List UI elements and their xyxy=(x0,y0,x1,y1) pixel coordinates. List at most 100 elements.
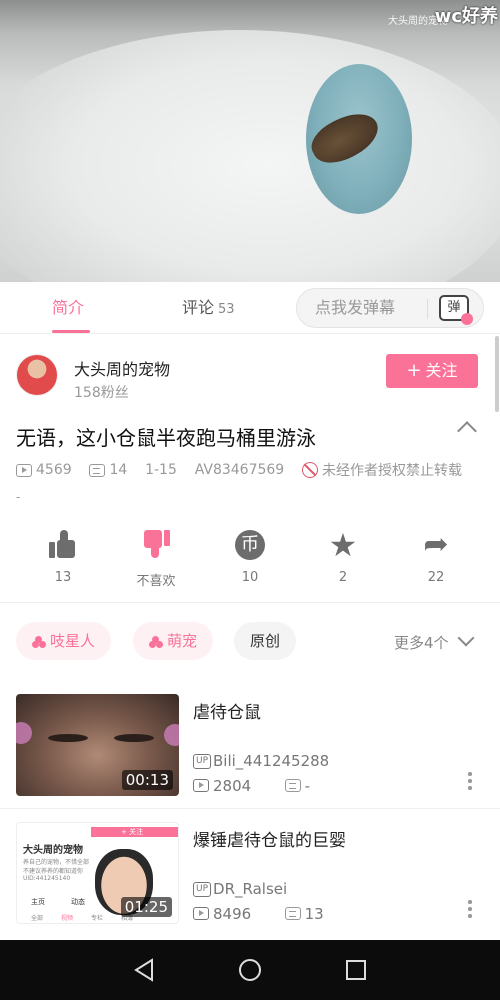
danmaku-count-icon xyxy=(284,907,301,920)
video-duration: 01:25 xyxy=(120,897,172,917)
favorite-icon: ★ xyxy=(328,526,358,564)
author-name[interactable]: 大头周的宠物 xyxy=(74,356,170,380)
thumbnail-text: 视频 xyxy=(61,915,74,922)
danmaku-count-icon xyxy=(89,463,106,477)
more-tags-button[interactable]: 更多4个 xyxy=(394,632,449,653)
avatar[interactable] xyxy=(16,354,58,396)
view-count: 4569 xyxy=(36,462,72,478)
thumbnail-text: UID:441245140 xyxy=(23,875,71,882)
thumbnail-text: 主页 xyxy=(31,898,45,906)
toilet-bowl-image xyxy=(0,30,500,282)
tab-comments-count: 53 xyxy=(218,302,235,317)
uploader-name-text: Bili_441245288 xyxy=(213,752,330,770)
thumbnail-follow-text: + 关注 xyxy=(121,828,144,836)
kebab-icon[interactable] xyxy=(468,772,472,790)
tag-label: 萌宠 xyxy=(167,632,198,650)
tab-indicator xyxy=(52,330,90,333)
thumbnail-header-bar: + 关注 xyxy=(91,827,178,837)
uploader-name-text: DR_Ralsei xyxy=(213,880,288,898)
plus-icon: + xyxy=(406,360,422,381)
video-duration: 00:13 xyxy=(121,770,173,790)
related-danmaku: 13 xyxy=(304,904,324,923)
watermark-large: wc好养 xyxy=(434,6,498,27)
share-count: 22 xyxy=(427,570,445,585)
related-views: 8496 xyxy=(213,904,252,923)
thumbnail-text: 养自己的宠物，不惜全部 xyxy=(23,859,90,866)
dislike-label: 不喜欢 xyxy=(136,574,176,589)
play-count-icon xyxy=(16,463,32,477)
tag-chip[interactable]: 原创 xyxy=(234,622,297,660)
tag-label: 原创 xyxy=(250,632,281,650)
danmaku-count: 14 xyxy=(109,462,128,478)
tab-comments-label: 评论 xyxy=(182,298,215,317)
divider xyxy=(0,602,500,603)
play-count-icon xyxy=(193,779,209,792)
coin-icon: 币 xyxy=(235,530,265,560)
thumbnail-text: 大头周的宠物 xyxy=(23,845,83,856)
divider xyxy=(0,808,500,809)
like-button[interactable]: 13 xyxy=(28,530,98,585)
follow-button[interactable]: + 关注 xyxy=(386,354,478,388)
chevron-up-icon[interactable] xyxy=(457,421,477,441)
uploader-name: UP Bili_441245288 xyxy=(193,752,329,770)
video-description: - xyxy=(16,490,21,504)
related-stats: 2804 - xyxy=(193,776,310,795)
danmaku-input[interactable]: 点我发弹幕 弹 xyxy=(296,288,484,328)
video-thumbnail[interactable]: 00:13 xyxy=(16,694,179,796)
favorite-count: 2 xyxy=(338,570,348,585)
thumbnail-text: 动态 xyxy=(71,898,85,906)
tag-chip[interactable]: 萌宠 xyxy=(133,622,214,660)
favorite-button[interactable]: ★ 2 xyxy=(308,526,378,585)
danmaku-count-icon xyxy=(284,779,301,792)
action-row: 13 不喜欢 币 10 ★ 2 ➦ 22 xyxy=(0,526,500,590)
tab-comments[interactable]: 评论 53 xyxy=(182,282,235,334)
forbid-icon xyxy=(302,462,319,478)
back-icon[interactable] xyxy=(132,958,156,982)
thumbnail-text: 不建议养养的都知道你 xyxy=(23,868,84,875)
thumbnail-text: 全部 xyxy=(31,915,44,922)
uploader-name: UP DR_Ralsei xyxy=(193,880,287,898)
follow-label: 关注 xyxy=(425,361,458,380)
related-video-title: 爆锤虐待仓鼠的巨婴 xyxy=(193,831,346,851)
tag-label: 吱星人 xyxy=(50,632,96,650)
tag-bubble-icon xyxy=(32,635,46,648)
danmaku-placeholder: 点我发弹幕 xyxy=(315,298,396,317)
related-danmaku: - xyxy=(304,776,310,795)
related-stats: 8496 13 xyxy=(193,904,324,923)
video-title: 无语，这小仓鼠半夜跑马桶里游泳 xyxy=(16,426,316,450)
video-meta: 4569 14 1-15 AV83467569 未经作者授权禁止转载 xyxy=(16,460,462,480)
tag-chip[interactable]: 吱星人 xyxy=(16,622,112,660)
kebab-icon[interactable] xyxy=(468,900,472,918)
video-thumbnail[interactable]: + 关注 大头周的宠物 养自己的宠物，不惜全部 不建议养养的都知道你 UID:4… xyxy=(16,822,179,924)
like-icon xyxy=(49,530,77,558)
thumbnail-text: 专栏 xyxy=(91,915,104,922)
scrollbar[interactable] xyxy=(495,336,499,412)
danmaku-icon-text: 弹 xyxy=(447,300,461,315)
copyright-notice: 未经作者授权禁止转载 xyxy=(322,463,463,479)
related-views: 2804 xyxy=(213,776,252,795)
home-icon[interactable] xyxy=(238,958,262,982)
play-count-icon xyxy=(193,907,209,920)
up-badge-icon: UP xyxy=(193,882,212,897)
video-player[interactable]: 大头周的宠物 wc好养 xyxy=(0,0,500,282)
like-count: 13 xyxy=(54,570,72,585)
tag-bubble-icon xyxy=(149,635,163,648)
dislike-button[interactable]: 不喜欢 xyxy=(121,530,191,589)
danmaku-check-icon xyxy=(461,313,473,325)
navigation-bar xyxy=(0,940,500,1000)
related-video-title: 虐待仓鼠 xyxy=(193,703,261,723)
recent-icon[interactable] xyxy=(344,958,368,982)
tab-intro[interactable]: 简介 xyxy=(52,282,84,334)
danmaku-divider xyxy=(427,299,428,319)
av-id: AV83467569 xyxy=(194,462,285,478)
danmaku-toggle-icon[interactable]: 弹 xyxy=(439,295,473,325)
fans-count: 158粉丝 xyxy=(74,385,129,401)
publish-date: 1-15 xyxy=(145,462,177,478)
dislike-icon xyxy=(142,530,170,558)
up-badge-icon: UP xyxy=(193,754,212,769)
coin-button[interactable]: 币 10 xyxy=(215,530,285,585)
share-icon: ➦ xyxy=(423,527,449,562)
coin-count: 10 xyxy=(241,570,259,585)
share-button[interactable]: ➦ 22 xyxy=(401,527,471,586)
chevron-down-icon[interactable] xyxy=(457,629,475,647)
